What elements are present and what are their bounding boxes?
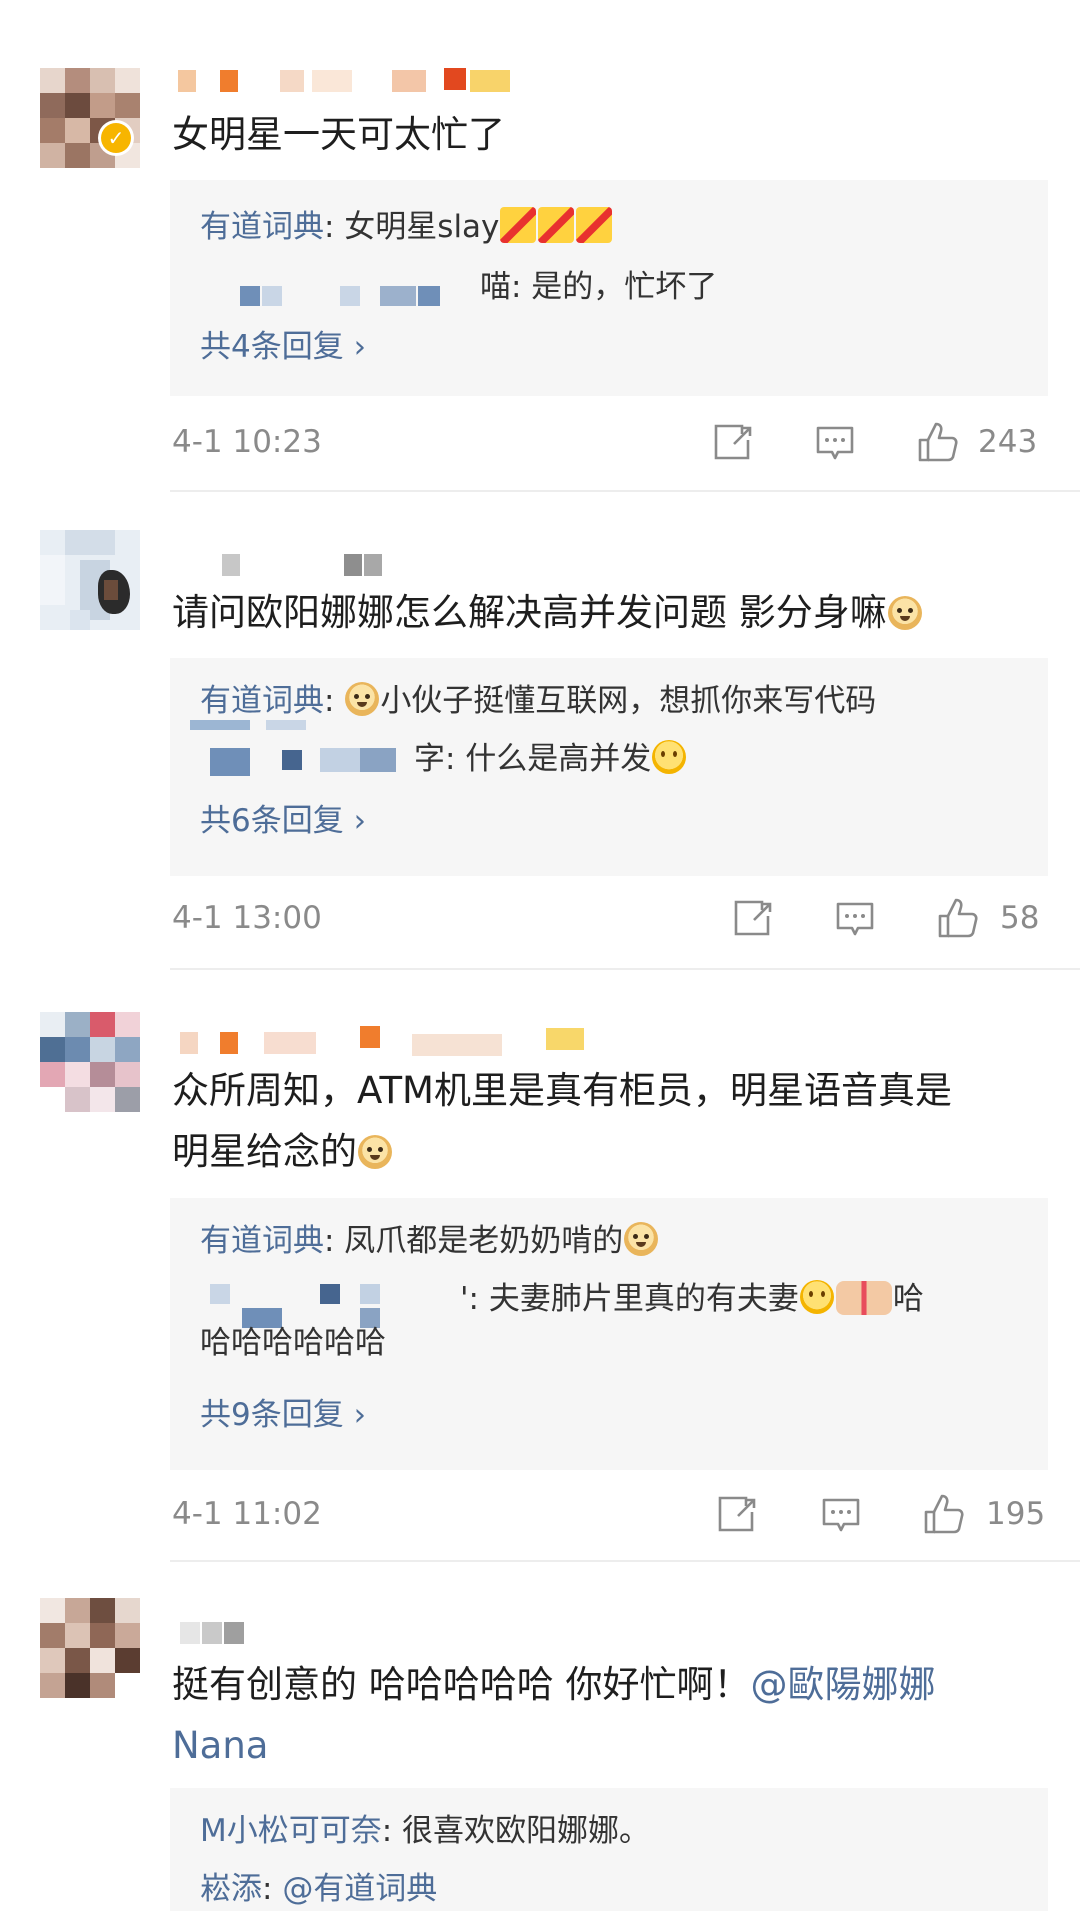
comment-item: ✓ 女明星一天可太忙了 有道词典: 女明星slay 喵: 是的，忙坏了 共4条回… bbox=[0, 0, 1080, 492]
redacted-name bbox=[340, 286, 360, 306]
redacted-name bbox=[262, 286, 282, 306]
doge-emoji-icon bbox=[887, 596, 922, 630]
redacted-name bbox=[360, 748, 396, 772]
avatar[interactable] bbox=[40, 530, 140, 630]
verified-badge-icon: ✓ bbox=[98, 120, 134, 156]
reply-line: 字: 什么是高并发 bbox=[414, 738, 687, 780]
comment-item: 请问欧阳娜娜怎么解决高并发问题 影分身嘛 有道词典: 小伙子挺懂互联网，想抓你来… bbox=[0, 492, 1080, 970]
like-count: 58 bbox=[1000, 900, 1040, 936]
comment-text: 请问欧阳娜娜怎么解决高并发问题 影分身嘛 bbox=[172, 582, 1032, 643]
share-icon[interactable] bbox=[716, 1492, 758, 1536]
reply-line: 有道词典: 女明星slay bbox=[200, 206, 613, 248]
doge-emoji-icon bbox=[358, 1135, 392, 1169]
redacted-name bbox=[266, 720, 306, 730]
redacted-name bbox=[360, 1284, 380, 1304]
reply-text: ': 夫妻肺片里真的有夫妻 bbox=[460, 1281, 799, 1317]
reply-author[interactable]: M小松可可奈 bbox=[200, 1813, 382, 1849]
thinking-emoji-icon bbox=[799, 1280, 834, 1314]
thumbs-up-icon[interactable] bbox=[922, 1492, 966, 1536]
reply-text: : 很喜欢欧阳娜娜。 bbox=[381, 1813, 651, 1849]
mention-link[interactable]: @有道词典 bbox=[282, 1871, 437, 1907]
comment-meta-bar: 4-1 11:02 195 bbox=[0, 1492, 1080, 1542]
mention-link[interactable]: Nana bbox=[172, 1724, 268, 1767]
comment-icon[interactable] bbox=[820, 1492, 862, 1536]
comment-meta-bar: 4-1 13:00 58 bbox=[0, 896, 1080, 946]
share-icon[interactable] bbox=[712, 420, 754, 464]
couple-emoji-icon bbox=[835, 1281, 892, 1315]
slay-emoji-icon bbox=[500, 207, 537, 243]
reply-line: ': 夫妻肺片里真的有夫妻 哈 bbox=[460, 1278, 924, 1320]
thumbs-up-icon[interactable] bbox=[936, 896, 980, 940]
reply-preview-box[interactable]: 有道词典: 女明星slay 喵: 是的，忙坏了 共4条回复 › bbox=[170, 180, 1048, 396]
redacted-name bbox=[320, 1284, 340, 1304]
view-more-replies-link[interactable]: 共6条回复 › bbox=[200, 800, 366, 842]
slay-emoji-icon bbox=[538, 207, 575, 243]
reply-preview-box[interactable]: M小松可可奈: 很喜欢欧阳娜娜。 崧添: @有道词典 bbox=[170, 1788, 1048, 1911]
thumbs-up-icon[interactable] bbox=[916, 420, 960, 464]
reply-line: 崧添: @有道词典 bbox=[200, 1868, 437, 1910]
reply-text: : 女明星slay bbox=[324, 209, 500, 245]
like-count: 243 bbox=[978, 424, 1038, 460]
like-count: 195 bbox=[986, 1496, 1046, 1532]
redacted-name bbox=[282, 750, 302, 770]
reply-preview-box[interactable]: 有道词典: 小伙子挺懂互联网，想抓你来写代码 字: 什么是高并发 共6条回复 › bbox=[170, 658, 1048, 876]
avatar[interactable] bbox=[40, 1012, 140, 1112]
reply-text: 小伙子挺懂互联网，想抓你来写代码 bbox=[380, 683, 877, 719]
reply-line: 有道词典: 凤爪都是老奶奶啃的 bbox=[200, 1220, 659, 1262]
confused-emoji-icon bbox=[652, 740, 687, 774]
comment-text: 挺有创意的 哈哈哈哈哈 你好忙啊！@歐陽娜娜 Nana bbox=[172, 1663, 936, 1767]
doge-emoji-icon bbox=[624, 1222, 659, 1256]
comment-item: 挺有创意的 哈哈哈哈哈 你好忙啊！@歐陽娜娜 Nana M小松可可奈: 很喜欢欧阳… bbox=[0, 1562, 1080, 1911]
redacted-name bbox=[320, 748, 360, 772]
reply-text: : bbox=[262, 1871, 283, 1907]
redacted-name bbox=[210, 748, 250, 776]
comment-icon[interactable] bbox=[834, 896, 876, 940]
reply-text: 哈 bbox=[892, 1281, 924, 1317]
reply-author[interactable]: 有道词典 bbox=[200, 209, 324, 245]
avatar[interactable] bbox=[40, 1598, 140, 1698]
reply-line: M小松可可奈: 很喜欢欧阳娜娜。 bbox=[200, 1810, 650, 1852]
reply-line-continued: 哈哈哈哈哈哈 bbox=[200, 1325, 386, 1361]
reply-author[interactable]: 有道词典 bbox=[200, 1223, 324, 1259]
redacted-name bbox=[190, 720, 250, 730]
mention-link[interactable]: @歐陽娜娜 bbox=[751, 1663, 936, 1706]
comment-text: 众所周知，ATM机里是真有柜员，明星语音真是 明星给念的 bbox=[172, 1069, 952, 1173]
reply-line: 喵: 是的，忙坏了 bbox=[480, 266, 717, 308]
view-more-replies-link[interactable]: 共9条回复 › bbox=[200, 1394, 366, 1436]
redacted-name bbox=[418, 286, 440, 306]
reply-text: : bbox=[324, 683, 345, 719]
comment-text: 女明星一天可太忙了 bbox=[172, 113, 505, 156]
comment-timestamp: 4-1 13:00 bbox=[172, 900, 322, 936]
reply-text: 字: 什么是高并发 bbox=[414, 741, 652, 777]
doge-emoji-icon bbox=[345, 682, 380, 716]
reply-line: 有道词典: 小伙子挺懂互联网，想抓你来写代码 bbox=[200, 680, 876, 722]
share-icon[interactable] bbox=[732, 896, 774, 940]
comment-meta-bar: 4-1 10:23 243 bbox=[0, 420, 1080, 470]
redacted-name bbox=[380, 286, 416, 306]
redacted-name bbox=[240, 286, 260, 306]
comment-timestamp: 4-1 11:02 bbox=[172, 1496, 322, 1532]
comment-icon[interactable] bbox=[814, 420, 856, 464]
reply-text: 喵: 是的，忙坏了 bbox=[480, 269, 718, 305]
comment-timestamp: 4-1 10:23 bbox=[172, 424, 322, 460]
slay-emoji-icon bbox=[576, 207, 613, 243]
redacted-name bbox=[210, 1284, 230, 1304]
view-more-replies-link[interactable]: 共4条回复 › bbox=[200, 326, 366, 368]
reply-text: : 凤爪都是老奶奶啃的 bbox=[324, 1223, 624, 1259]
reply-author[interactable]: 崧添 bbox=[200, 1871, 262, 1907]
reply-author[interactable]: 有道词典 bbox=[200, 683, 324, 719]
comment-item: 众所周知，ATM机里是真有柜员，明星语音真是 明星给念的 有道词典: 凤爪都是老奶… bbox=[0, 970, 1080, 1562]
reply-preview-box[interactable]: 有道词典: 凤爪都是老奶奶啃的 ': 夫妻肺片里真的有夫妻 哈 哈哈哈哈哈哈 共9… bbox=[170, 1198, 1048, 1470]
